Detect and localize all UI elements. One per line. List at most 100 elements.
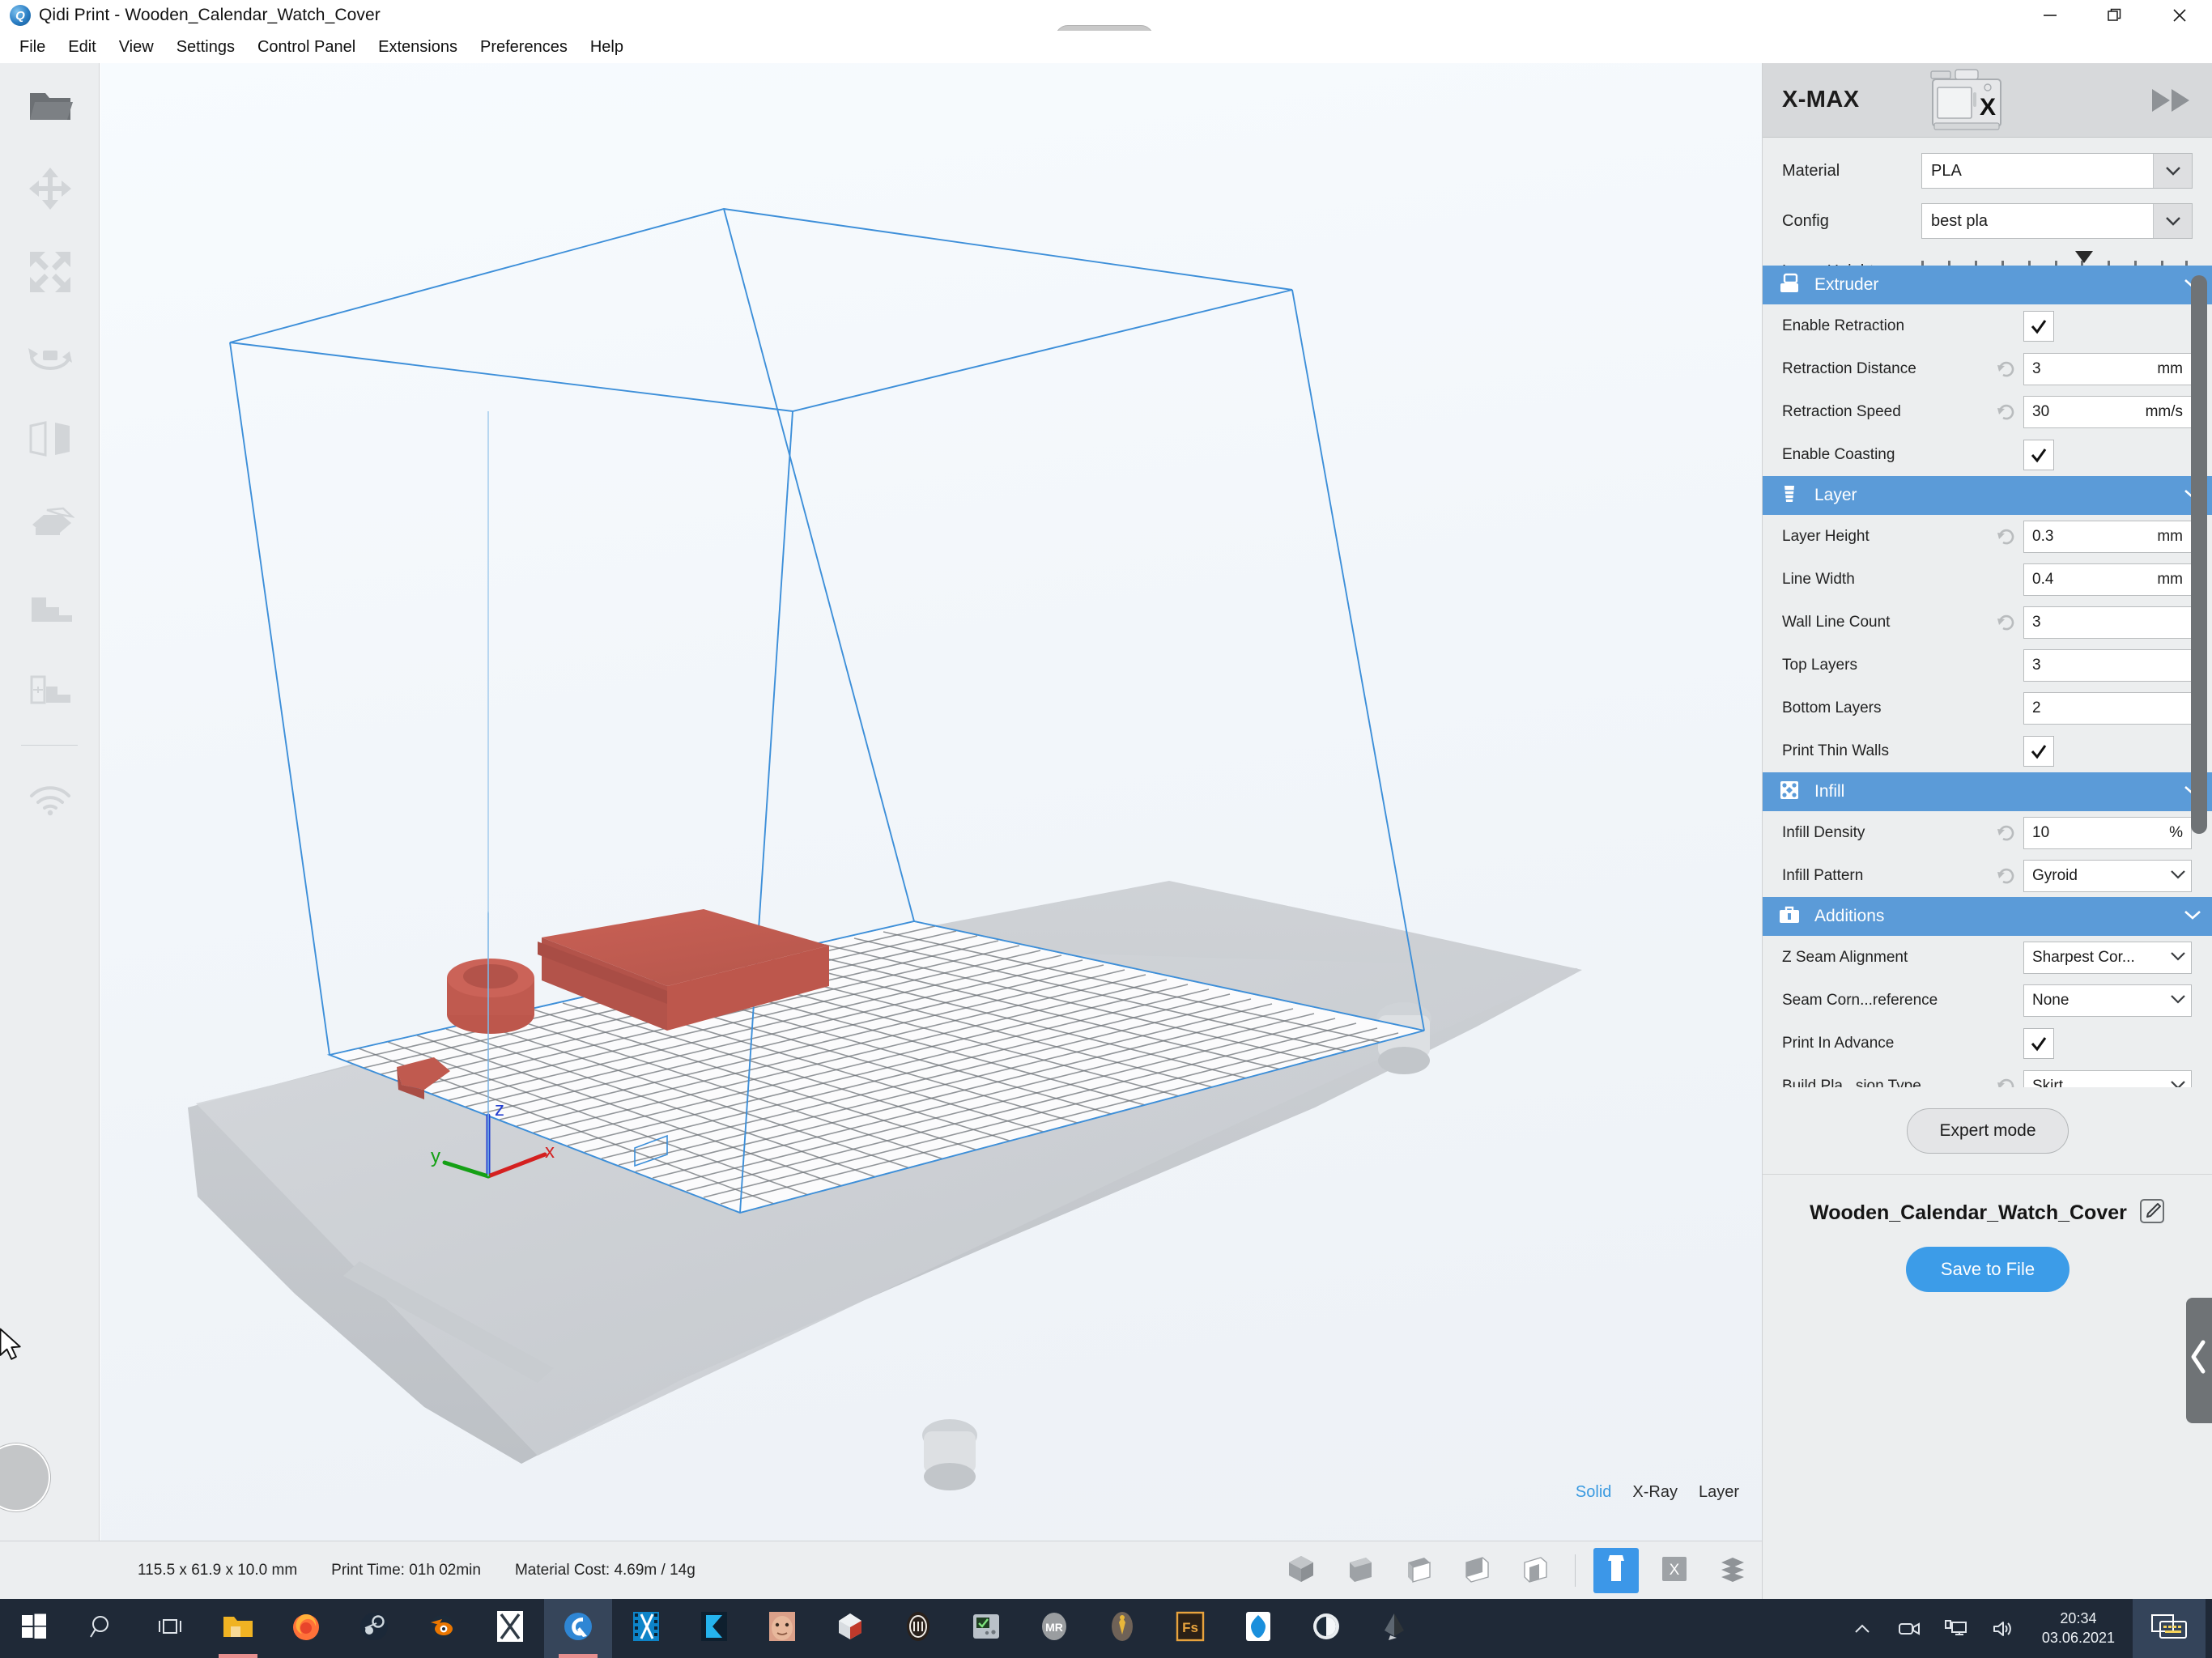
section-header-extruder[interactable]: Extruder (1763, 266, 2212, 304)
toolbar-cross-section[interactable] (0, 647, 100, 730)
network-tray-icon[interactable] (1935, 1599, 1977, 1658)
taskbar-video-editor[interactable] (612, 1599, 680, 1658)
infill-density-input[interactable]: 10 % (2023, 816, 2192, 849)
infill-pattern-select[interactable]: Gyroid (2023, 859, 2192, 892)
view-mode-layer[interactable]: Layer (1699, 1483, 1739, 1502)
taskbar-photo-app[interactable] (748, 1599, 816, 1658)
section-header-layer[interactable]: Layer (1763, 476, 2212, 515)
close-button[interactable] (2147, 0, 2212, 31)
reset-icon[interactable] (1993, 823, 2020, 844)
toolbar-support[interactable] (0, 480, 100, 563)
volume-tray-icon[interactable] (1982, 1599, 2024, 1658)
taskbar-yuzu-app[interactable] (1088, 1599, 1156, 1658)
menu-view[interactable]: View (108, 34, 165, 61)
taskbar-clock[interactable]: 20:34 03.06.2021 (2029, 1609, 2128, 1647)
restore-button[interactable] (2082, 0, 2147, 31)
wall-line-count-input[interactable]: 3 (2023, 606, 2192, 639)
save-to-file-button[interactable]: Save to File (1906, 1247, 2069, 1292)
toolbar-scale[interactable] (0, 230, 100, 313)
toolbar-move[interactable] (0, 147, 100, 230)
bottom-layers-input[interactable]: 2 (2023, 691, 2192, 725)
taskbar-firefox[interactable] (272, 1599, 340, 1658)
taskbar-file-explorer[interactable] (204, 1599, 272, 1658)
slider-thumb[interactable] (2075, 251, 2093, 263)
view-mode-solid[interactable]: Solid (1576, 1483, 1611, 1502)
taskbar-meshmixer[interactable] (816, 1599, 884, 1658)
menu-settings[interactable]: Settings (165, 34, 246, 61)
reset-icon[interactable] (1993, 612, 2020, 633)
taskbar-steam[interactable] (340, 1599, 408, 1658)
taskbar-sketch-app[interactable] (1224, 1599, 1292, 1658)
scrollbar-thumb[interactable] (2191, 275, 2207, 834)
toolbar-open-file[interactable] (0, 63, 100, 147)
view-front-button[interactable] (1337, 1548, 1382, 1593)
seam-corner-preference-select[interactable]: None (2023, 984, 2192, 1017)
view-iso-button[interactable] (1278, 1548, 1324, 1593)
task-view-button[interactable] (136, 1599, 204, 1658)
config-select[interactable]: best pla (1921, 203, 2193, 239)
menu-control-panel[interactable]: Control Panel (246, 34, 367, 61)
taskbar-x-app[interactable] (476, 1599, 544, 1658)
taskbar-fusion-app[interactable]: Fs (1156, 1599, 1224, 1658)
toolbar-rotate[interactable] (0, 313, 100, 397)
view-layers-button[interactable] (1710, 1548, 1755, 1593)
taskbar-blender[interactable] (408, 1599, 476, 1658)
search-button[interactable] (68, 1599, 136, 1658)
material-select[interactable]: PLA (1921, 153, 2193, 189)
taskbar-device-app[interactable] (952, 1599, 1020, 1658)
view-top-button[interactable] (1395, 1548, 1440, 1593)
view-solid-button[interactable] (1593, 1548, 1639, 1593)
taskbar-sony-vegas[interactable] (680, 1599, 748, 1658)
view-mode-xray[interactable]: X-Ray (1632, 1483, 1678, 1502)
z-seam-alignment-select[interactable]: Sharpest Cor... (2023, 941, 2192, 974)
reset-icon[interactable] (1993, 359, 2020, 380)
taskbar-meshlab[interactable] (884, 1599, 952, 1658)
menu-extensions[interactable]: Extensions (367, 34, 469, 61)
clock-time: 20:34 (2060, 1610, 2097, 1627)
view-xray-button[interactable]: X (1652, 1548, 1697, 1593)
line-width-input[interactable]: 0.4 mm (2023, 563, 2192, 596)
settings-scrollbar[interactable] (2191, 275, 2207, 1020)
retraction-distance-input[interactable]: 3 mm (2023, 352, 2192, 385)
toolbar-wifi[interactable] (0, 757, 100, 840)
section-header-infill[interactable]: Infill (1763, 772, 2212, 811)
reset-icon[interactable] (1993, 526, 2020, 547)
minimize-button[interactable] (2018, 0, 2082, 31)
toolbar-mirror[interactable] (0, 397, 100, 480)
menu-edit[interactable]: Edit (57, 34, 107, 61)
rotate-orbit-handle[interactable] (0, 1443, 50, 1511)
show-hidden-icons-button[interactable] (1841, 1599, 1883, 1658)
menu-help[interactable]: Help (579, 34, 635, 61)
print-in-advance-checkbox[interactable] (2023, 1027, 2054, 1059)
print-thin-walls-checkbox[interactable] (2023, 735, 2054, 767)
taskbar-mr-app[interactable]: MR (1020, 1599, 1088, 1658)
toolbar-per-model-settings[interactable] (0, 563, 100, 647)
3d-viewport[interactable]: z x y Solid X-Ray Layer (100, 63, 1762, 1541)
camera-tray-icon[interactable] (1888, 1599, 1930, 1658)
enable-coasting-checkbox[interactable] (2023, 439, 2054, 470)
start-button[interactable] (0, 1599, 68, 1658)
double-chevron-right-icon[interactable] (2150, 86, 2193, 115)
touch-keyboard-button[interactable] (2133, 1599, 2206, 1658)
reset-icon[interactable] (1993, 1076, 2020, 1087)
toolbar-divider (21, 745, 78, 746)
settings-scroll-area[interactable]: Extruder Enable Retraction Retraction Di… (1763, 266, 2212, 1087)
retraction-speed-input[interactable]: 30 mm/s (2023, 395, 2192, 428)
build-plate-adhesion-type-select[interactable]: Skirt (2023, 1069, 2192, 1087)
enable-retraction-checkbox[interactable] (2023, 310, 2054, 342)
reset-icon[interactable] (1993, 402, 2020, 423)
menu-file[interactable]: File (8, 34, 57, 61)
taskbar-qidi-print[interactable] (544, 1599, 612, 1658)
menu-preferences[interactable]: Preferences (469, 34, 579, 61)
taskbar-contrast-app[interactable] (1292, 1599, 1360, 1658)
reset-icon[interactable] (1993, 865, 2020, 886)
pencil-edit-icon[interactable] (2138, 1197, 2166, 1229)
layer-height-input[interactable]: 0.3 mm (2023, 520, 2192, 553)
section-header-additions[interactable]: Additions (1763, 897, 2212, 936)
view-right-button[interactable] (1512, 1548, 1557, 1593)
view-left-button[interactable] (1453, 1548, 1499, 1593)
top-layers-input[interactable]: 3 (2023, 648, 2192, 682)
expert-mode-button[interactable]: Expert mode (1907, 1107, 2069, 1154)
taskbar-inkscape[interactable] (1360, 1599, 1428, 1658)
field-unit: mm/s (2145, 402, 2183, 420)
